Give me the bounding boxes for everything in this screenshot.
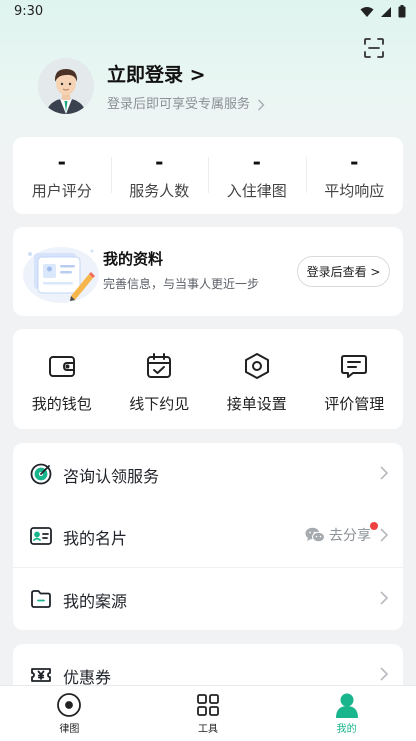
nav-item-mine[interactable]: 我的 <box>277 686 416 741</box>
settings-hexagon-icon <box>244 353 269 379</box>
stat-value: - <box>350 150 359 174</box>
stat-label: 入住律图 <box>226 182 287 200</box>
tool-wallet[interactable]: 我的钱包 <box>13 329 111 429</box>
profile-card[interactable]: 我的资料 完善信息，与当事人更近一步 登录后查看 > <box>13 227 403 316</box>
person-icon <box>335 693 358 718</box>
menu-label: 我的名片 <box>63 529 128 548</box>
scan-icon[interactable] <box>362 36 386 60</box>
avatar[interactable] <box>38 58 94 114</box>
status-time: 9:30 <box>14 4 44 19</box>
profile-document-illustration <box>23 247 99 303</box>
share-button[interactable]: 去分享 <box>305 522 378 545</box>
tool-label: 评价管理 <box>324 395 385 413</box>
menu-item-consult-service[interactable]: 咨询认领服务 <box>13 443 403 505</box>
id-card-icon <box>30 527 52 545</box>
tool-label: 线下约见 <box>129 395 190 413</box>
stat-served-count: - 服务人数 <box>110 137 209 214</box>
stat-value: - <box>155 150 164 174</box>
comment-icon <box>341 355 368 378</box>
stat-join-date: - 入住律图 <box>208 137 306 214</box>
view-after-login-button[interactable]: 登录后查看 > <box>297 256 390 287</box>
status-icons <box>360 5 406 18</box>
status-bar: 9:30 <box>0 0 416 26</box>
chevron-right-icon <box>258 99 265 110</box>
battery-icon <box>398 5 406 18</box>
login-title[interactable]: 立即登录 > <box>107 60 206 87</box>
stat-user-rating: - 用户评分 <box>13 137 111 214</box>
nav-label: 工具 <box>198 724 218 735</box>
signal-icon <box>381 6 391 17</box>
tool-label: 接单设置 <box>226 395 287 413</box>
wechat-icon <box>305 527 325 543</box>
stat-avg-response: - 平均响应 <box>305 137 404 214</box>
tools-card: 我的钱包 线下约见 接单设置 评价管理 <box>13 329 403 429</box>
stat-value: - <box>57 150 66 174</box>
coupon-icon <box>31 668 51 682</box>
tool-offline-meeting[interactable]: 线下约见 <box>111 329 209 429</box>
lawyer-avatar-image <box>38 58 94 114</box>
nav-item-lvtu[interactable]: 律图 <box>0 686 139 741</box>
nav-item-tools[interactable]: 工具 <box>139 686 278 741</box>
menu-label: 我的案源 <box>63 592 128 611</box>
target-icon <box>30 463 52 485</box>
tool-label: 我的钱包 <box>31 395 92 413</box>
stat-value: - <box>252 150 261 174</box>
menu-card: 咨询认领服务 我的名片 去分享 我的案源 <box>13 443 403 630</box>
nav-label: 律图 <box>59 724 80 735</box>
folder-icon <box>31 590 51 608</box>
profile-subtitle: 完善信息，与当事人更近一步 <box>103 277 260 291</box>
stat-label: 服务人数 <box>129 182 190 200</box>
chevron-right-icon <box>380 667 389 681</box>
stat-label: 用户评分 <box>31 182 92 200</box>
chevron-right-icon <box>380 591 389 605</box>
notification-dot <box>370 522 378 530</box>
bottom-nav: 律图 工具 我的 <box>0 685 416 741</box>
stats-card: - 用户评分 - 服务人数 - 入住律图 - 平均响应 <box>13 137 403 214</box>
calendar-check-icon <box>147 353 172 378</box>
chevron-right-icon <box>380 466 389 480</box>
menu-item-case-source[interactable]: 我的案源 <box>13 568 403 630</box>
tool-review-management[interactable]: 评价管理 <box>306 329 404 429</box>
stat-label: 平均响应 <box>324 182 385 200</box>
share-label: 去分享 <box>329 528 371 544</box>
chevron-right-icon <box>380 528 389 542</box>
profile-title: 我的资料 <box>103 250 164 268</box>
wifi-icon <box>360 6 374 17</box>
tool-order-settings[interactable]: 接单设置 <box>208 329 306 429</box>
grid-icon <box>197 694 219 716</box>
login-subtitle[interactable]: 登录后即可享受专属服务 <box>107 93 265 112</box>
menu-item-business-card[interactable]: 我的名片 去分享 <box>13 505 403 567</box>
menu-label: 咨询认领服务 <box>63 467 160 486</box>
home-circle-icon <box>57 693 82 717</box>
nav-label: 我的 <box>336 724 357 735</box>
login-subtitle-text: 登录后即可享受专属服务 <box>107 97 251 112</box>
wallet-icon <box>48 356 75 377</box>
